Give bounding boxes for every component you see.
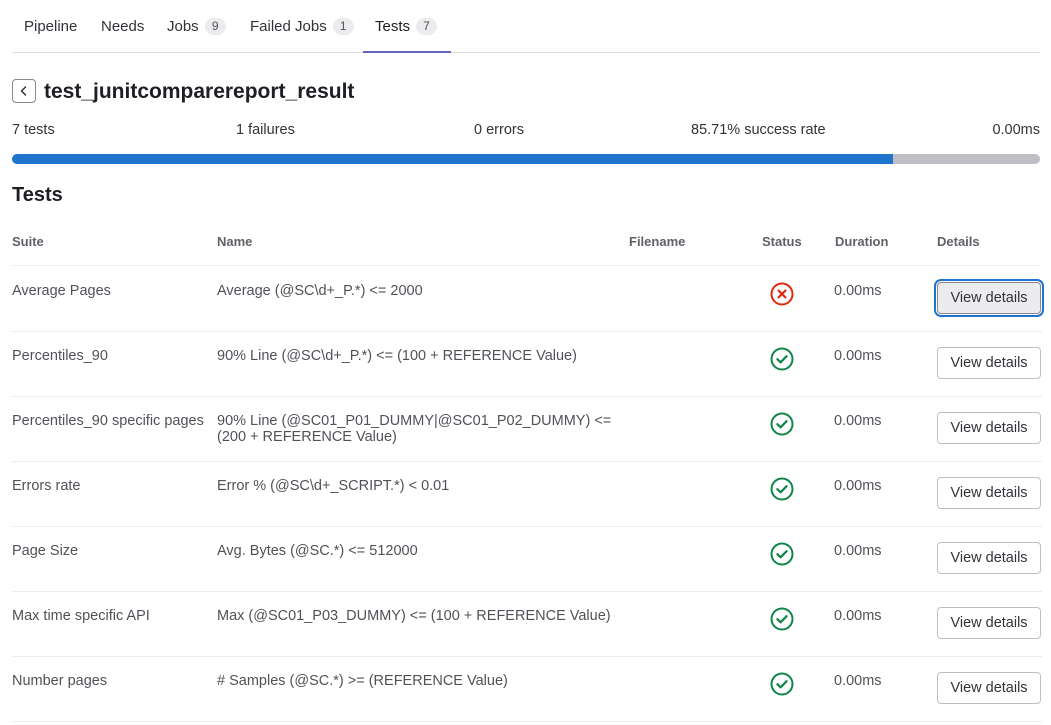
table-row: Max time specific API Max (@SC01_P03_DUMM… [12, 591, 1042, 657]
column-header-duration: Duration [835, 234, 889, 249]
status-success-icon [770, 542, 794, 566]
column-header-filename: Filename [629, 234, 686, 249]
summary-duration: 0.00ms [992, 122, 1040, 138]
table-row: Page Size Avg. Bytes (@SC.*) <= 512000 0.0… [12, 526, 1042, 592]
tab-label: Pipeline [24, 17, 78, 35]
suite-cell: Number pages [12, 673, 108, 689]
success-progress-bar [12, 154, 1040, 164]
view-details-button[interactable]: View details [937, 477, 1041, 509]
test-name-cell: Error % (@SC\d+_SCRIPT.*) < 0.01 [217, 478, 450, 494]
table-row: Percentiles_90 specific pages 90% Line (@… [12, 396, 1042, 462]
summary-failures: 1 failures [236, 122, 295, 138]
status-success-icon [770, 347, 794, 371]
suite-cell: Percentiles_90 specific pages [12, 413, 204, 429]
view-details-button[interactable]: View details [937, 607, 1041, 639]
suite-cell: Average Pages [12, 283, 111, 299]
view-details-button[interactable]: View details [937, 542, 1041, 574]
status-success-icon [770, 412, 794, 436]
column-header-details: Details [937, 234, 980, 249]
tab-jobs[interactable]: Jobs 9 [155, 0, 238, 52]
table-row: Percentiles_90 90% Line (@SC\d+_P.*) <= (… [12, 331, 1042, 397]
tab-pipeline[interactable]: Pipeline [12, 0, 89, 52]
progress-fill [12, 154, 894, 164]
summary-errors: 0 errors [474, 122, 524, 138]
suite-cell: Max time specific API [12, 608, 150, 624]
test-name-cell: Max (@SC01_P03_DUMMY) <= (100 + REFERENC… [217, 608, 611, 624]
test-name-cell: # Samples (@SC.*) >= (REFERENCE Value) [217, 673, 508, 689]
column-header-suite: Suite [12, 234, 44, 249]
view-details-button[interactable]: View details [937, 672, 1041, 704]
duration-cell: 0.00ms [834, 543, 882, 559]
table-row: Errors rate Error % (@SC\d+_SCRIPT.*) < 0… [12, 461, 1042, 527]
status-success-icon [770, 607, 794, 631]
chevron-left-icon [20, 86, 27, 96]
view-details-button[interactable]: View details [937, 347, 1041, 379]
status-success-icon [770, 477, 794, 501]
section-title: Tests [12, 184, 63, 206]
table-row: Average Pages Average (@SC\d+_P.*) <= 200… [12, 266, 1042, 332]
tab-needs[interactable]: Needs [89, 0, 156, 52]
tab-label: Jobs [167, 17, 199, 35]
duration-cell: 0.00ms [834, 283, 882, 299]
test-name-cell: Average (@SC\d+_P.*) <= 2000 [217, 283, 423, 299]
column-header-status: Status [762, 234, 802, 249]
suite-cell: Errors rate [12, 478, 81, 494]
duration-cell: 0.00ms [834, 673, 882, 689]
test-name-cell: 90% Line (@SC01_P01_DUMMY|@SC01_P02_DUMM… [217, 413, 612, 445]
duration-cell: 0.00ms [834, 413, 882, 429]
duration-cell: 0.00ms [834, 478, 882, 494]
view-details-button[interactable]: View details [937, 282, 1041, 314]
test-name-cell: 90% Line (@SC\d+_P.*) <= (100 + REFERENC… [217, 348, 577, 364]
back-button[interactable] [12, 79, 36, 103]
view-details-button[interactable]: View details [937, 412, 1041, 444]
count-badge: 1 [332, 17, 354, 35]
tab-label: Failed Jobs [250, 17, 327, 35]
count-badge: 9 [204, 17, 226, 35]
duration-cell: 0.00ms [834, 348, 882, 364]
table-row: Number pages # Samples (@SC.*) >= (REFERE… [12, 656, 1042, 722]
tab-label: Needs [101, 17, 145, 35]
summary-tests: 7 tests [12, 122, 55, 138]
count-badge: 7 [416, 17, 438, 35]
tab-failed-jobs[interactable]: Failed Jobs 1 [238, 0, 366, 52]
status-failed-icon [770, 282, 794, 306]
status-success-icon [770, 672, 794, 696]
tab-label: Tests [375, 17, 411, 35]
pipeline-tabs: Pipeline Needs Jobs 9 Failed Jobs 1 Test… [12, 0, 1040, 53]
tab-tests[interactable]: Tests 7 [363, 0, 451, 53]
suite-cell: Page Size [12, 543, 79, 559]
column-header-name: Name [217, 234, 253, 249]
test-name-cell: Avg. Bytes (@SC.*) <= 512000 [217, 543, 418, 559]
summary-success-rate: 85.71% success rate [691, 122, 826, 138]
duration-cell: 0.00ms [834, 608, 882, 624]
suite-cell: Percentiles_90 [12, 348, 108, 364]
page-title: test_junitcomparereport_result [44, 80, 355, 103]
